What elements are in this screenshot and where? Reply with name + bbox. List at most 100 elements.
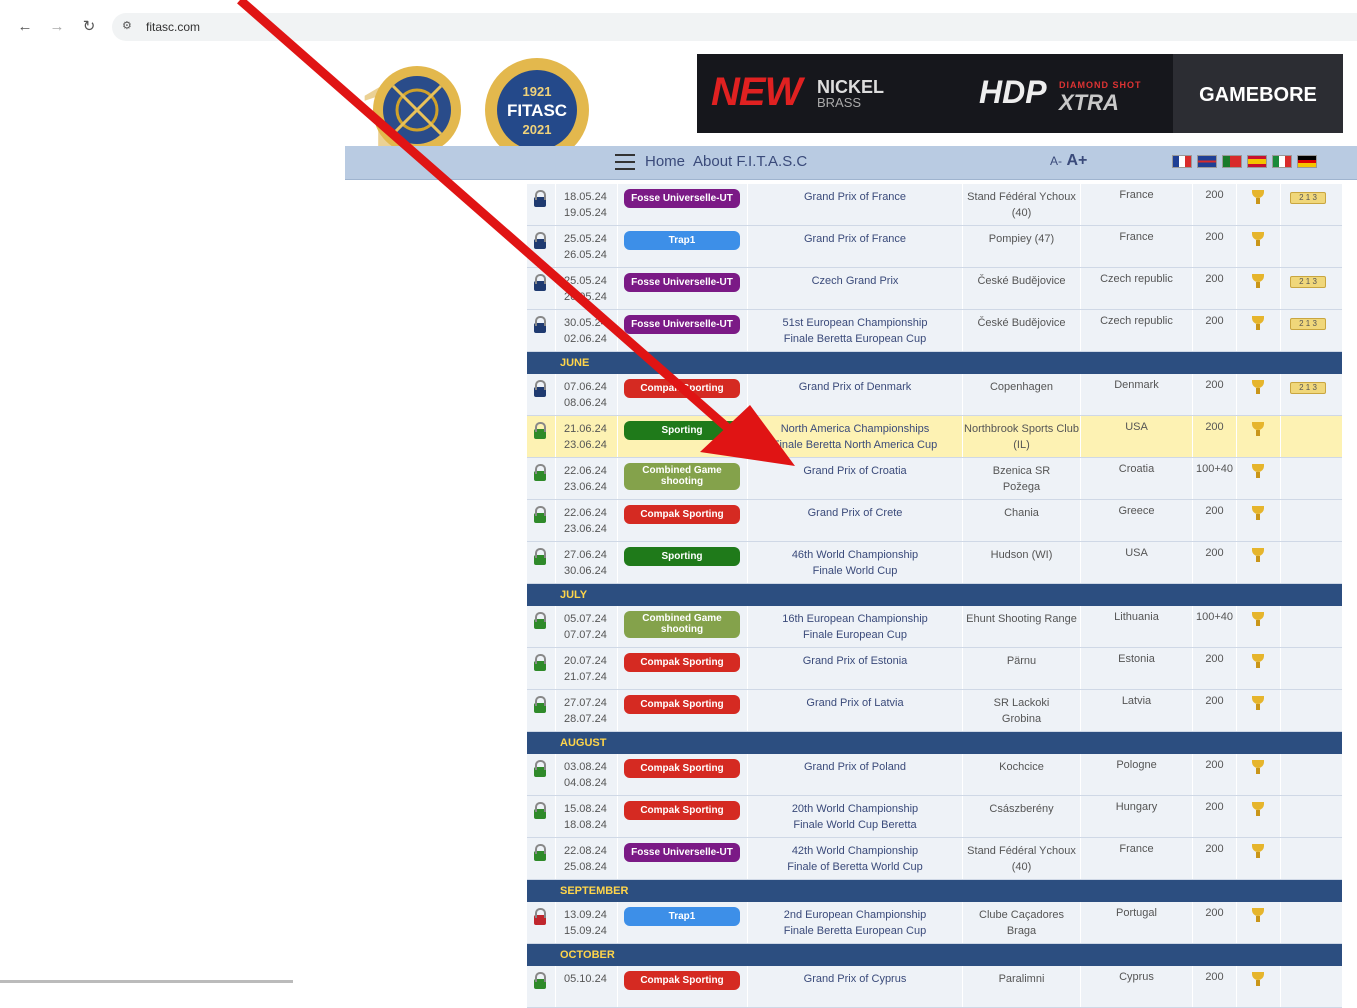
flag-es-icon[interactable] <box>1247 155 1267 168</box>
event-row[interactable]: 18.05.24 19.05.24 Fosse Universelle-UT Gran… <box>527 184 1342 226</box>
results-podium-icon[interactable]: 2 1 3 <box>1290 276 1326 288</box>
trophy-icon[interactable] <box>1252 696 1264 710</box>
event-subtitle[interactable]: Finale World Cup <box>748 563 962 579</box>
trophy-icon[interactable] <box>1252 190 1264 204</box>
nav-about-link[interactable]: About F.I.T.A.S.C <box>693 153 807 170</box>
event-name-link[interactable]: 2nd European Championship <box>748 907 962 923</box>
lock-icon[interactable] <box>534 654 546 671</box>
discipline-badge[interactable]: Sporting <box>624 421 740 440</box>
lock-icon[interactable] <box>534 274 546 291</box>
discipline-badge[interactable]: Compak Sporting <box>624 505 740 524</box>
font-decrease-button[interactable]: A- <box>1050 154 1062 168</box>
event-name-link[interactable]: Grand Prix of Cyprus <box>748 971 962 987</box>
lock-icon[interactable] <box>534 190 546 207</box>
event-row[interactable]: 25.05.24 26.05.24 Fosse Universelle-UT Czec… <box>527 268 1342 310</box>
event-name-link[interactable]: Grand Prix of France <box>748 189 962 205</box>
site-settings-icon[interactable]: ⚙ <box>122 19 132 32</box>
lock-icon[interactable] <box>534 972 546 989</box>
event-subtitle[interactable]: Finale Beretta European Cup <box>748 331 962 347</box>
lock-icon[interactable] <box>534 380 546 397</box>
url-text[interactable]: fitasc.com <box>146 20 200 34</box>
event-row[interactable]: 22.06.24 23.06.24 Combined Game shooting Gr… <box>527 458 1342 500</box>
forward-arrow-icon[interactable]: → <box>48 18 66 36</box>
font-increase-button[interactable]: A+ <box>1066 152 1087 169</box>
event-name-link[interactable]: 42th World Championship <box>748 843 962 859</box>
lock-icon[interactable] <box>534 422 546 439</box>
event-name-link[interactable]: Czech Grand Prix <box>748 273 962 289</box>
event-subtitle[interactable]: Finale of Beretta World Cup <box>748 859 962 875</box>
discipline-badge[interactable]: Trap1 <box>624 231 740 250</box>
event-row[interactable]: 25.05.24 26.05.24 Trap1 Grand Prix of Franc… <box>527 226 1342 268</box>
event-row[interactable]: 27.06.24 30.06.24 Sporting 46th World Champ… <box>527 542 1342 584</box>
event-row[interactable]: 13.09.24 15.09.24 Trap1 2nd European Champi… <box>527 902 1342 944</box>
flag-pt-icon[interactable] <box>1222 155 1242 168</box>
event-subtitle[interactable]: Finale European Cup <box>748 627 962 643</box>
lock-icon[interactable] <box>534 548 546 565</box>
sponsor-banner[interactable]: NEW NICKEL BRASS HDP DIAMOND SHOT XTRA GAM… <box>697 54 1343 133</box>
trophy-icon[interactable] <box>1252 232 1264 246</box>
event-row[interactable]: 21.06.24 23.06.24 Sporting North America Ch… <box>527 416 1342 458</box>
flag-de-icon[interactable] <box>1297 155 1317 168</box>
trophy-icon[interactable] <box>1252 802 1264 816</box>
discipline-badge[interactable]: Compak Sporting <box>624 801 740 820</box>
discipline-badge[interactable]: Compak Sporting <box>624 379 740 398</box>
event-row[interactable]: 03.08.24 04.08.24 Compak Sporting Grand Pri… <box>527 754 1342 796</box>
back-arrow-icon[interactable]: ← <box>16 18 34 36</box>
event-name-link[interactable]: 51st European Championship <box>748 315 962 331</box>
trophy-icon[interactable] <box>1252 380 1264 394</box>
menu-icon[interactable] <box>615 154 635 170</box>
discipline-badge[interactable]: Compak Sporting <box>624 653 740 672</box>
event-row[interactable]: 20.07.24 21.07.24 Compak Sporting Grand Pri… <box>527 648 1342 690</box>
results-podium-icon[interactable]: 2 1 3 <box>1290 192 1326 204</box>
lock-icon[interactable] <box>534 844 546 861</box>
trophy-icon[interactable] <box>1252 844 1264 858</box>
flag-uk-icon[interactable] <box>1197 155 1217 168</box>
discipline-badge[interactable]: Fosse Universelle-UT <box>624 273 740 292</box>
lock-icon[interactable] <box>534 464 546 481</box>
event-name-link[interactable]: 16th European Championship <box>748 611 962 627</box>
lock-icon[interactable] <box>534 802 546 819</box>
event-row[interactable]: 22.06.24 23.06.24 Compak Sporting Grand Pri… <box>527 500 1342 542</box>
discipline-badge[interactable]: Fosse Universelle-UT <box>624 315 740 334</box>
discipline-badge[interactable]: Fosse Universelle-UT <box>624 843 740 862</box>
lock-icon[interactable] <box>534 232 546 249</box>
nav-home-link[interactable]: Home <box>645 153 685 170</box>
trophy-icon[interactable] <box>1252 274 1264 288</box>
trophy-icon[interactable] <box>1252 760 1264 774</box>
event-name-link[interactable]: 46th World Championship <box>748 547 962 563</box>
results-podium-icon[interactable]: 2 1 3 <box>1290 382 1326 394</box>
event-subtitle[interactable]: Finale Beretta North America Cup <box>748 437 962 453</box>
trophy-icon[interactable] <box>1252 316 1264 330</box>
event-row[interactable]: 22.08.24 25.08.24 Fosse Universelle-UT 42th… <box>527 838 1342 880</box>
lock-icon[interactable] <box>534 908 546 925</box>
event-row[interactable]: 05.07.24 07.07.24 Combined Game shooting 16… <box>527 606 1342 648</box>
discipline-badge[interactable]: Compak Sporting <box>624 971 740 990</box>
event-row[interactable]: 05.10.24 Compak Sporting Grand Prix of Cyp… <box>527 966 1342 1008</box>
flag-fr-icon[interactable] <box>1172 155 1192 168</box>
flag-it-icon[interactable] <box>1272 155 1292 168</box>
lock-icon[interactable] <box>534 760 546 777</box>
discipline-badge[interactable]: Compak Sporting <box>624 759 740 778</box>
event-name-link[interactable]: 20th World Championship <box>748 801 962 817</box>
trophy-icon[interactable] <box>1252 422 1264 436</box>
discipline-badge[interactable]: Sporting <box>624 547 740 566</box>
trophy-icon[interactable] <box>1252 908 1264 922</box>
results-podium-icon[interactable]: 2 1 3 <box>1290 318 1326 330</box>
trophy-icon[interactable] <box>1252 548 1264 562</box>
lock-icon[interactable] <box>534 696 546 713</box>
event-row[interactable]: 27.07.24 28.07.24 Compak Sporting Grand Pri… <box>527 690 1342 732</box>
lock-icon[interactable] <box>534 316 546 333</box>
discipline-badge[interactable]: Trap1 <box>624 907 740 926</box>
trophy-icon[interactable] <box>1252 654 1264 668</box>
discipline-badge[interactable]: Compak Sporting <box>624 695 740 714</box>
event-name-link[interactable]: Grand Prix of Latvia <box>748 695 962 711</box>
event-name-link[interactable]: Grand Prix of Poland <box>748 759 962 775</box>
event-row[interactable]: 15.08.24 18.08.24 Compak Sporting 20th Worl… <box>527 796 1342 838</box>
event-row[interactable]: 07.06.24 08.06.24 Compak Sporting Grand Pri… <box>527 374 1342 416</box>
event-name-link[interactable]: North America Championships <box>748 421 962 437</box>
event-row[interactable]: 30.05.24 02.06.24 Fosse Universelle-UT 51st… <box>527 310 1342 352</box>
address-bar[interactable]: ⚙ fitasc.com <box>112 13 1357 41</box>
trophy-icon[interactable] <box>1252 972 1264 986</box>
event-subtitle[interactable]: Finale World Cup Beretta <box>748 817 962 833</box>
event-name-link[interactable]: Grand Prix of Croatia <box>748 463 962 479</box>
